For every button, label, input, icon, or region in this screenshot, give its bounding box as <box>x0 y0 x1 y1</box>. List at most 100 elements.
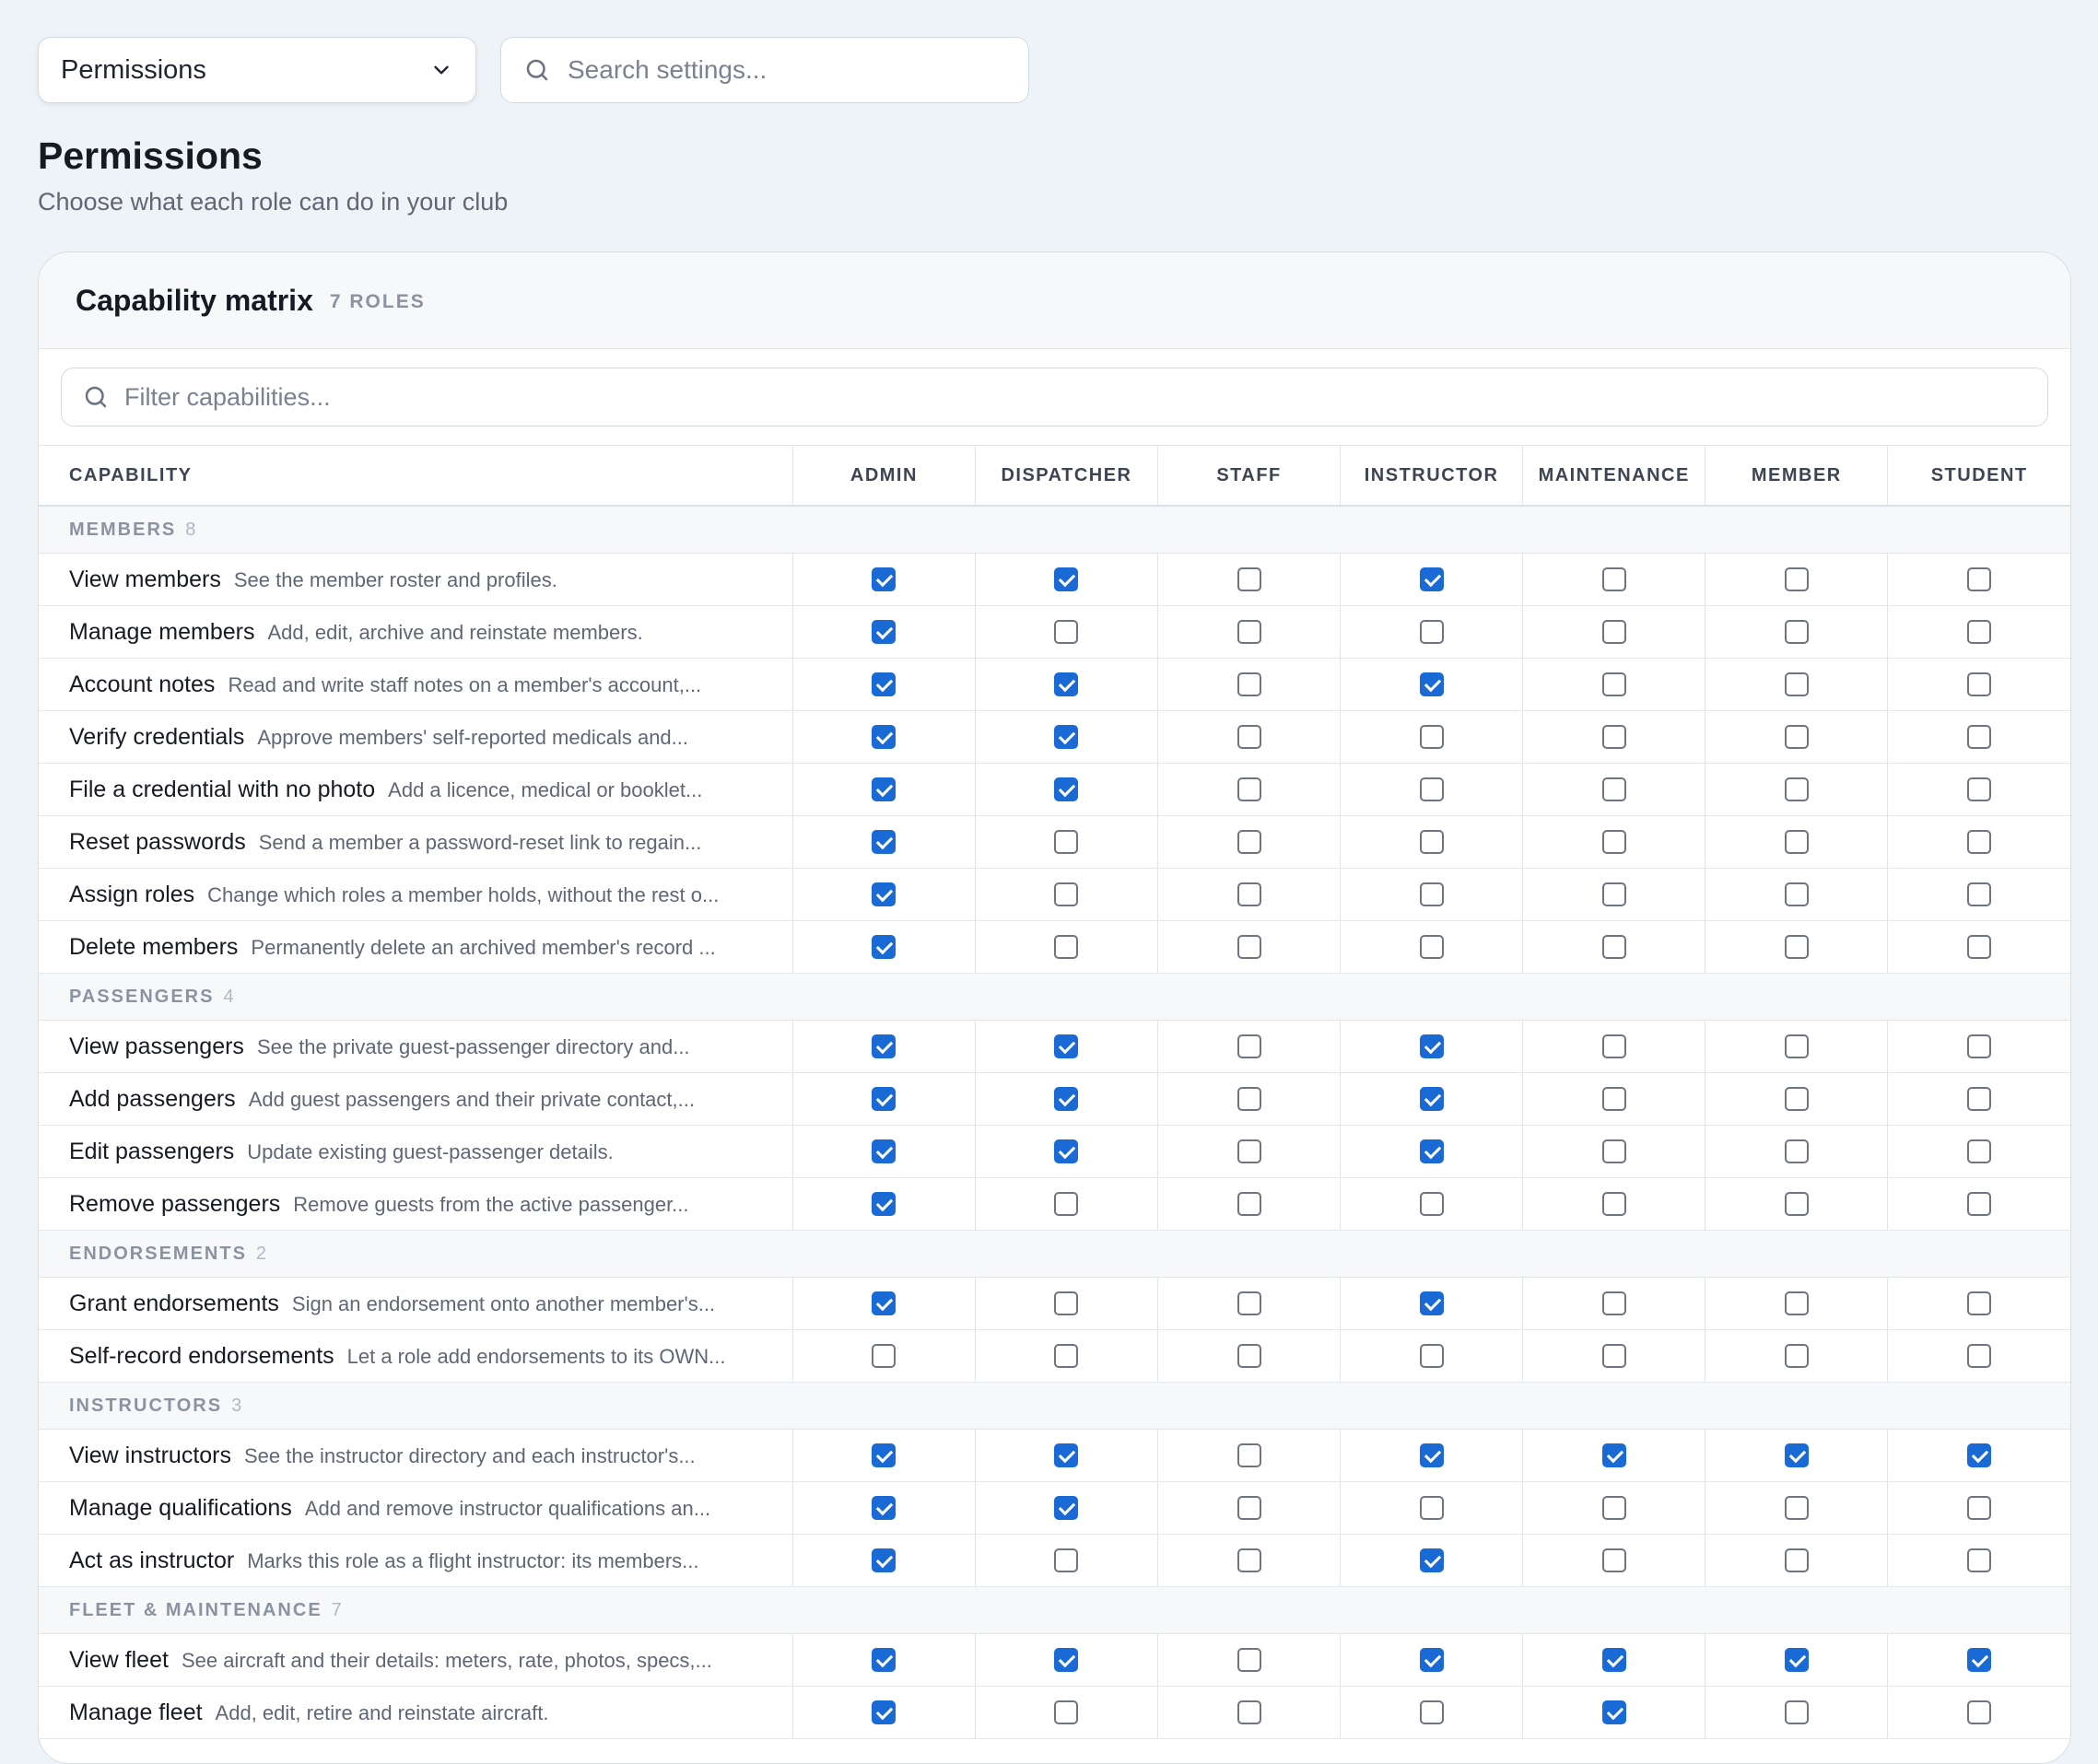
permission-checkbox-maintenance[interactable] <box>1601 1034 1626 1058</box>
permission-checkbox-maintenance[interactable] <box>1601 935 1626 959</box>
capability-filter[interactable] <box>61 368 2048 426</box>
permission-checkbox-instructor[interactable] <box>1419 830 1444 854</box>
permission-checkbox-staff[interactable] <box>1237 1443 1261 1467</box>
permission-checkbox-maintenance[interactable] <box>1601 1139 1626 1163</box>
permission-checkbox-dispatcher[interactable] <box>1054 567 1079 591</box>
permission-checkbox-dispatcher[interactable] <box>1054 1443 1079 1467</box>
permission-checkbox-admin[interactable] <box>872 830 897 854</box>
permission-checkbox-maintenance[interactable] <box>1601 1291 1626 1315</box>
permission-checkbox-instructor[interactable] <box>1419 1443 1444 1467</box>
permission-checkbox-member[interactable] <box>1784 882 1809 906</box>
permission-checkbox-dispatcher[interactable] <box>1054 1548 1079 1572</box>
permission-checkbox-member[interactable] <box>1784 1192 1809 1216</box>
permission-checkbox-dispatcher[interactable] <box>1054 1034 1079 1058</box>
permission-checkbox-dispatcher[interactable] <box>1054 1087 1079 1111</box>
permission-checkbox-instructor[interactable] <box>1419 1344 1444 1368</box>
permission-checkbox-admin[interactable] <box>872 1496 897 1520</box>
permission-checkbox-member[interactable] <box>1784 672 1809 696</box>
permission-checkbox-student[interactable] <box>1967 882 1992 906</box>
permission-checkbox-staff[interactable] <box>1237 1139 1261 1163</box>
permission-checkbox-instructor[interactable] <box>1419 1291 1444 1315</box>
permission-checkbox-member[interactable] <box>1784 1087 1809 1111</box>
permission-checkbox-instructor[interactable] <box>1419 777 1444 801</box>
permission-checkbox-staff[interactable] <box>1237 725 1261 749</box>
permission-checkbox-maintenance[interactable] <box>1601 1443 1626 1467</box>
permission-checkbox-maintenance[interactable] <box>1601 882 1626 906</box>
permission-checkbox-member[interactable] <box>1784 777 1809 801</box>
permission-checkbox-maintenance[interactable] <box>1601 777 1626 801</box>
permission-checkbox-student[interactable] <box>1967 1700 1992 1724</box>
permission-checkbox-maintenance[interactable] <box>1601 1648 1626 1672</box>
permission-checkbox-instructor[interactable] <box>1419 1034 1444 1058</box>
permission-checkbox-maintenance[interactable] <box>1601 1548 1626 1572</box>
permission-checkbox-dispatcher[interactable] <box>1054 830 1079 854</box>
permission-checkbox-maintenance[interactable] <box>1601 1700 1626 1724</box>
permission-checkbox-admin[interactable] <box>872 1344 897 1368</box>
permission-checkbox-member[interactable] <box>1784 567 1809 591</box>
permission-checkbox-admin[interactable] <box>872 1648 897 1672</box>
permission-checkbox-instructor[interactable] <box>1419 1139 1444 1163</box>
permission-checkbox-member[interactable] <box>1784 1139 1809 1163</box>
permission-checkbox-student[interactable] <box>1967 1344 1992 1368</box>
permission-checkbox-staff[interactable] <box>1237 620 1261 644</box>
permission-checkbox-admin[interactable] <box>872 1192 897 1216</box>
permission-checkbox-instructor[interactable] <box>1419 882 1444 906</box>
permission-checkbox-instructor[interactable] <box>1419 620 1444 644</box>
permission-checkbox-admin[interactable] <box>872 1034 897 1058</box>
permission-checkbox-instructor[interactable] <box>1419 1700 1444 1724</box>
permission-checkbox-staff[interactable] <box>1237 1496 1261 1520</box>
permission-checkbox-admin[interactable] <box>872 672 897 696</box>
permission-checkbox-member[interactable] <box>1784 1291 1809 1315</box>
permission-checkbox-instructor[interactable] <box>1419 1648 1444 1672</box>
permission-checkbox-maintenance[interactable] <box>1601 1496 1626 1520</box>
permission-checkbox-member[interactable] <box>1784 830 1809 854</box>
permission-checkbox-member[interactable] <box>1784 725 1809 749</box>
permission-checkbox-student[interactable] <box>1967 1548 1992 1572</box>
permission-checkbox-student[interactable] <box>1967 1192 1992 1216</box>
permission-checkbox-student[interactable] <box>1967 1291 1992 1315</box>
permission-checkbox-student[interactable] <box>1967 1034 1992 1058</box>
permission-checkbox-member[interactable] <box>1784 620 1809 644</box>
permission-checkbox-student[interactable] <box>1967 672 1992 696</box>
permission-checkbox-instructor[interactable] <box>1419 1496 1444 1520</box>
permission-checkbox-dispatcher[interactable] <box>1054 1192 1079 1216</box>
permission-checkbox-staff[interactable] <box>1237 935 1261 959</box>
permission-checkbox-dispatcher[interactable] <box>1054 725 1079 749</box>
permission-checkbox-dispatcher[interactable] <box>1054 1139 1079 1163</box>
permission-checkbox-member[interactable] <box>1784 935 1809 959</box>
permission-checkbox-admin[interactable] <box>872 1700 897 1724</box>
permission-checkbox-dispatcher[interactable] <box>1054 935 1079 959</box>
permission-checkbox-student[interactable] <box>1967 935 1992 959</box>
permission-checkbox-admin[interactable] <box>872 567 897 591</box>
permission-checkbox-admin[interactable] <box>872 777 897 801</box>
permission-checkbox-member[interactable] <box>1784 1344 1809 1368</box>
permission-checkbox-admin[interactable] <box>872 1443 897 1467</box>
permission-checkbox-staff[interactable] <box>1237 1344 1261 1368</box>
permission-checkbox-maintenance[interactable] <box>1601 620 1626 644</box>
permission-checkbox-staff[interactable] <box>1237 1548 1261 1572</box>
capability-filter-input[interactable] <box>123 381 2027 413</box>
permission-checkbox-staff[interactable] <box>1237 1648 1261 1672</box>
permission-checkbox-instructor[interactable] <box>1419 935 1444 959</box>
permission-checkbox-admin[interactable] <box>872 1087 897 1111</box>
permission-checkbox-student[interactable] <box>1967 567 1992 591</box>
permission-checkbox-staff[interactable] <box>1237 1291 1261 1315</box>
permission-checkbox-student[interactable] <box>1967 777 1992 801</box>
permission-checkbox-student[interactable] <box>1967 1648 1992 1672</box>
settings-search-input[interactable] <box>566 54 1006 86</box>
permission-checkbox-dispatcher[interactable] <box>1054 620 1079 644</box>
permission-checkbox-staff[interactable] <box>1237 777 1261 801</box>
permission-checkbox-instructor[interactable] <box>1419 672 1444 696</box>
permission-checkbox-staff[interactable] <box>1237 672 1261 696</box>
permission-checkbox-student[interactable] <box>1967 1087 1992 1111</box>
permission-checkbox-maintenance[interactable] <box>1601 567 1626 591</box>
permission-checkbox-student[interactable] <box>1967 725 1992 749</box>
permission-checkbox-member[interactable] <box>1784 1700 1809 1724</box>
permission-checkbox-maintenance[interactable] <box>1601 1087 1626 1111</box>
permission-checkbox-instructor[interactable] <box>1419 725 1444 749</box>
permission-checkbox-member[interactable] <box>1784 1034 1809 1058</box>
permission-checkbox-dispatcher[interactable] <box>1054 777 1079 801</box>
permission-checkbox-student[interactable] <box>1967 620 1992 644</box>
permission-checkbox-member[interactable] <box>1784 1443 1809 1467</box>
permission-checkbox-maintenance[interactable] <box>1601 1344 1626 1368</box>
